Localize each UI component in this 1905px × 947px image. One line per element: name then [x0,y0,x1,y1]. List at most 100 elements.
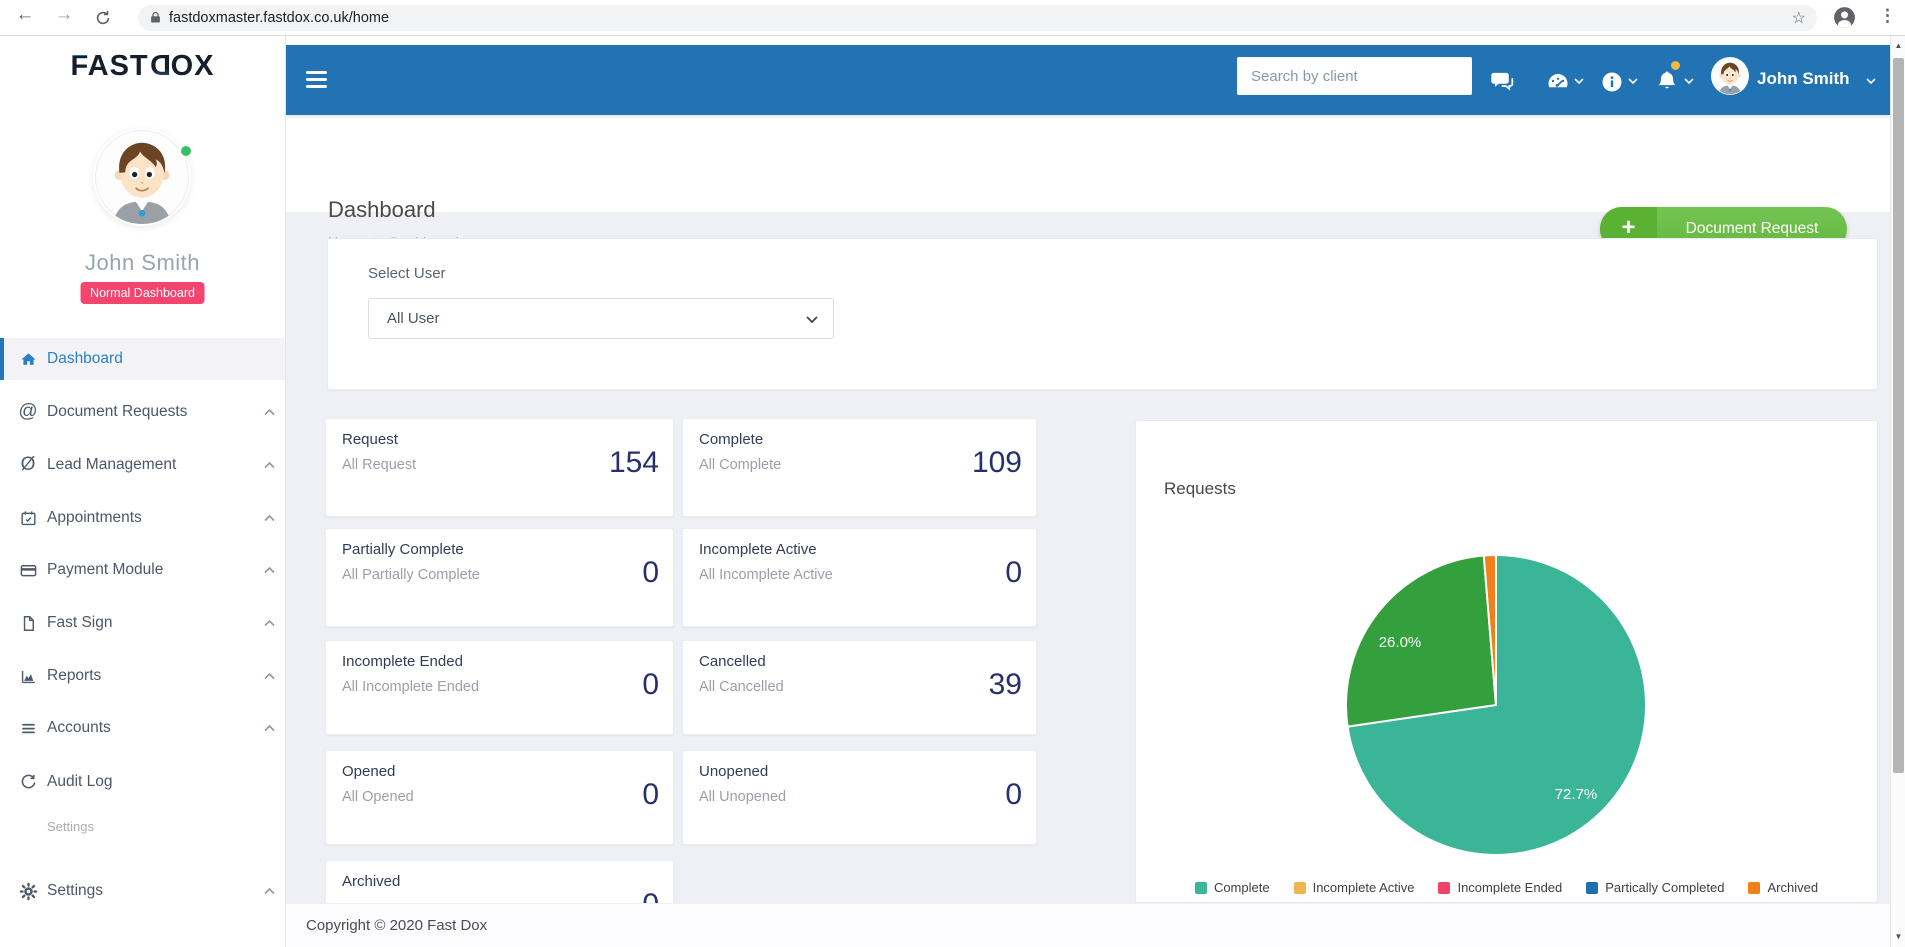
stat-card-unopened[interactable]: Unopened All Unopened 0 [682,750,1037,845]
chevron-down-icon[interactable] [1866,78,1876,84]
bookmark-star-icon[interactable]: ☆ [1792,8,1806,28]
requests-pie-chart: 26.0% 72.7% [1343,552,1649,858]
sidebar-item-label: Appointments [47,509,142,527]
legend-swatch [1438,882,1450,894]
online-status-dot [181,146,191,156]
scrollbar-thumb[interactable] [1893,58,1904,773]
sidebar-item-label: Document Requests [47,403,187,421]
stat-title: Opened [342,763,395,780]
browser-profile-icon[interactable] [1832,5,1857,30]
lead-icon: Ø [17,454,39,476]
stat-subtitle: All Cancelled [699,679,784,695]
stat-card-complete[interactable]: Complete All Complete 109 [682,418,1037,517]
select-user-label: Select User [368,265,446,282]
chevron-up-icon [264,888,275,895]
sidebar-item-fast-sign[interactable]: Fast Sign [0,602,285,644]
stat-card-request[interactable]: Request All Request 154 [325,418,674,517]
stat-card-incomplete-ended[interactable]: Incomplete Ended All Incomplete Ended 0 [325,640,674,735]
stat-subtitle: All Complete [699,457,781,473]
legend-item-archived[interactable]: Archived [1748,880,1818,895]
sidebar-item-label: Reports [47,667,101,685]
dashboard-mode-badge: Normal Dashboard [80,282,205,304]
sidebar-item-label: Payment Module [47,561,163,579]
sidebar-item-payment-module[interactable]: Payment Module [0,549,285,591]
credit-card-icon [17,559,39,581]
user-avatar[interactable] [1711,57,1749,95]
dashboard-gauge-icon[interactable] [1546,70,1570,94]
stat-value: 0 [1005,556,1022,590]
chevron-down-icon[interactable] [1574,78,1584,84]
sidebar-item-document-requests[interactable]: @ Document Requests [0,391,285,433]
chevron-down-icon[interactable] [1684,78,1694,84]
stats-grid: Request All Request 154 Complete All Com… [325,418,1037,947]
stat-title: Unopened [699,763,768,780]
stat-value: 0 [642,668,659,702]
pie-label-green: 26.0% [1379,634,1422,651]
info-icon[interactable] [1600,70,1624,94]
browser-toolbar: ← → fastdoxmaster.fastdox.co.uk/home ☆ ⋮ [0,0,1905,36]
legend-swatch [1294,882,1306,894]
browser-reload-icon[interactable] [94,9,112,27]
chevron-down-icon [806,316,818,323]
chevron-up-icon [264,462,275,469]
user-menu[interactable]: John Smith [1757,69,1850,89]
gear-icon [17,880,39,902]
sidebar-section-label: Settings [47,819,94,834]
scroll-down-icon[interactable]: ▼ [1891,929,1905,945]
legend-item-complete[interactable]: Complete [1195,880,1270,895]
sidebar-item-lead-management[interactable]: Ø Lead Management [0,444,285,486]
lock-icon [148,10,163,25]
address-bar[interactable]: fastdoxmaster.fastdox.co.uk/home ☆ [138,5,1817,31]
sidebar-item-appointments[interactable]: Appointments [0,497,285,539]
footer: Copyright © 2020 Fast Dox [286,903,1890,947]
fastdox-logo[interactable]: FASTDOX [0,50,285,83]
stat-subtitle: All Partially Complete [342,567,480,583]
bell-icon[interactable] [1654,68,1680,94]
stat-card-cancelled[interactable]: Cancelled All Cancelled 39 [682,640,1037,735]
chevron-up-icon [264,567,275,574]
stat-value: 39 [989,668,1022,702]
stat-subtitle: All Incomplete Active [699,567,833,583]
sidebar-item-settings[interactable]: Settings [0,870,285,912]
legend-item-partically-completed[interactable]: Partically Completed [1586,880,1724,895]
page-header: Dashboard Home Dashboard + Document Requ… [286,115,1890,212]
browser-back-icon[interactable]: ← [11,4,39,26]
sidebar-item-label: Fast Sign [47,614,112,632]
stat-subtitle: All Opened [342,789,414,805]
chart-title: Requests [1164,479,1236,499]
document-icon [17,612,39,634]
chat-icon[interactable] [1490,68,1516,94]
search-input[interactable] [1237,57,1472,95]
history-icon [17,771,39,793]
stat-subtitle: All Unopened [699,789,786,805]
list-icon [17,717,39,739]
stat-card-partially-complete[interactable]: Partially Complete All Partially Complet… [325,528,674,627]
stat-card-opened[interactable]: Opened All Opened 0 [325,750,674,845]
select-user-card: Select User All User [327,238,1878,390]
sidebar-item-dashboard[interactable]: Dashboard [0,338,285,380]
legend-item-incomplete-active[interactable]: Incomplete Active [1294,880,1415,895]
main-area: John Smith Dashboard Home Dashboard + Do… [286,36,1890,947]
browser-menu-icon[interactable]: ⋮ [1879,6,1896,26]
user-select[interactable]: All User [368,298,834,339]
stat-card-incomplete-active[interactable]: Incomplete Active All Incomplete Active … [682,528,1037,627]
hamburger-menu-icon[interactable] [306,71,327,88]
browser-forward-icon[interactable]: → [50,4,78,26]
chart-legend: Complete Incomplete Active Incomplete En… [1136,880,1877,895]
user-avatar [93,128,191,226]
stat-title: Request [342,431,398,448]
chevron-up-icon [264,725,275,732]
legend-swatch [1586,882,1598,894]
chevron-down-icon[interactable] [1628,78,1638,84]
legend-item-incomplete-ended[interactable]: Incomplete Ended [1438,880,1562,895]
page-scrollbar[interactable]: ▲ ▼ [1890,36,1905,947]
stat-title: Archived [342,873,400,890]
chevron-up-icon [264,620,275,627]
scroll-up-icon[interactable]: ▲ [1891,38,1905,54]
sidebar-item-reports[interactable]: Reports [0,655,285,697]
url-text: fastdoxmaster.fastdox.co.uk/home [169,10,389,26]
sidebar-item-accounts[interactable]: Accounts [0,707,285,749]
sidebar-item-audit-log[interactable]: Audit Log [0,761,285,803]
app-window: ← → fastdoxmaster.fastdox.co.uk/home ☆ ⋮… [0,0,1905,947]
pie-label-complete: 72.7% [1555,786,1598,803]
